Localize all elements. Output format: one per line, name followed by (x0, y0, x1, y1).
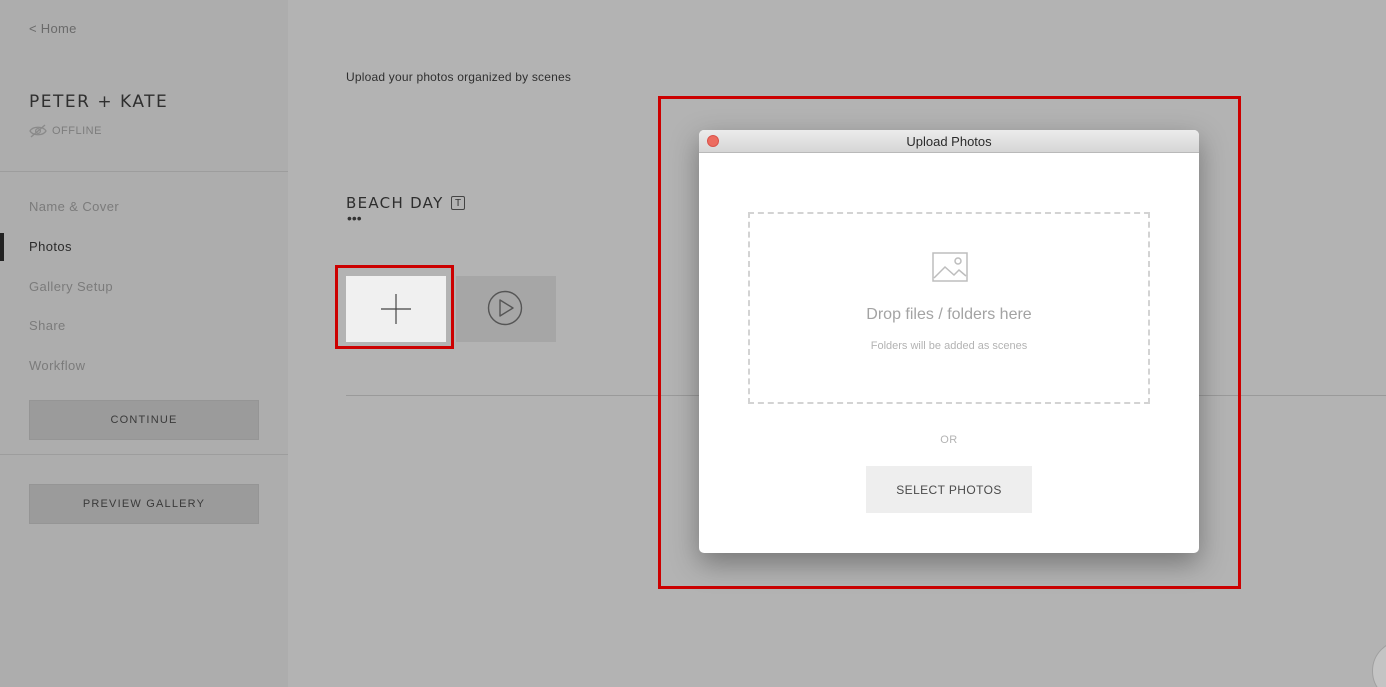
page-subtitle: Upload your photos organized by scenes (346, 70, 572, 84)
dialog-titlebar: Upload Photos (699, 130, 1199, 153)
nav-item-name-cover[interactable]: Name & Cover (29, 199, 119, 214)
or-separator: OR (940, 434, 958, 446)
nav-item-photos[interactable]: Photos (29, 239, 72, 254)
continue-button[interactable]: CONTINUE (29, 400, 259, 440)
gallery-title: PETER + KATE (29, 92, 169, 112)
sidebar-divider (0, 171, 288, 172)
dialog-title: Upload Photos (906, 134, 992, 149)
app-window: < Home PETER + KATE OFFLINE Name & Cover… (0, 0, 1386, 687)
scene-menu-icon[interactable]: ••• (347, 211, 362, 225)
upload-dialog: Upload Photos Drop files / folders here … (699, 130, 1199, 553)
preview-gallery-button[interactable]: PREVIEW GALLERY (29, 484, 259, 524)
drop-zone[interactable]: Drop files / folders here Folders will b… (748, 212, 1150, 404)
nav-item-share[interactable]: Share (29, 318, 66, 333)
add-tile-highlight (335, 265, 454, 349)
drop-hint: Folders will be added as scenes (870, 340, 1028, 352)
status-indicator: OFFLINE (29, 124, 102, 138)
nav-item-workflow[interactable]: Workflow (29, 358, 85, 373)
eye-off-icon (29, 124, 47, 138)
active-nav-indicator (0, 233, 4, 261)
back-home-link[interactable]: < Home (29, 21, 77, 36)
slideshow-tile[interactable] (456, 276, 556, 342)
sidebar-divider-2 (0, 454, 288, 455)
image-icon (932, 252, 968, 287)
text-format-icon[interactable]: T (451, 196, 465, 210)
nav-item-gallery-setup[interactable]: Gallery Setup (29, 279, 113, 294)
sidebar: < Home PETER + KATE OFFLINE Name & Cover… (0, 0, 288, 687)
status-label: OFFLINE (52, 125, 102, 137)
drop-instructions: Drop files / folders here (866, 306, 1032, 323)
select-photos-button[interactable]: SELECT PHOTOS (866, 466, 1032, 513)
play-icon (487, 290, 523, 326)
